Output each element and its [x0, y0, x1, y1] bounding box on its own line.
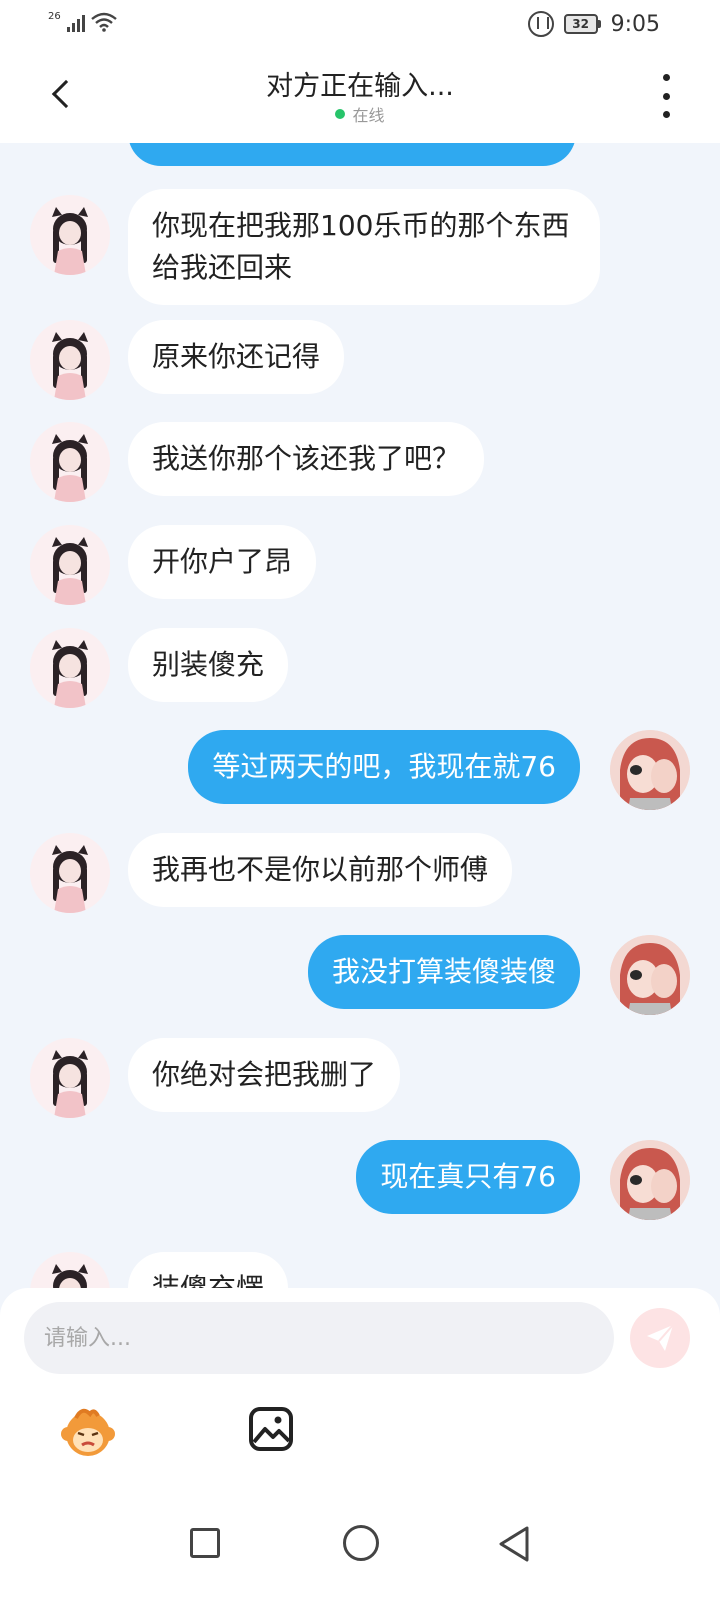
my-avatar[interactable]: [610, 1140, 690, 1220]
wifi-icon: [90, 12, 117, 32]
battery-icon: 32: [563, 14, 601, 34]
more-vertical-icon: [662, 74, 670, 81]
message-input[interactable]: [24, 1302, 614, 1374]
battery-level: 32: [563, 14, 598, 34]
composer-panel: [0, 1288, 720, 1600]
status-bar: 26 32 9:05: [0, 0, 720, 50]
contact-avatar[interactable]: [30, 422, 110, 502]
message-text: 你现在把我那100乐币的那个东西给我还回来: [152, 209, 570, 284]
contact-avatar[interactable]: [30, 833, 110, 913]
chat-title: 对方正在输入...: [266, 71, 454, 102]
message-text: 等过两天的吧，我现在就76: [212, 750, 556, 783]
message-bubble[interactable]: 我送你那个该还我了吧？: [128, 422, 485, 496]
signal-group: 26: [48, 11, 117, 32]
monkey-emoji-icon: [61, 1408, 115, 1456]
chat-screen: 你现在把我那100乐币的那个东西给我还回来 原来你还记得 我送你那个该还我了吧？: [0, 0, 720, 1600]
contact-avatar[interactable]: [30, 320, 110, 400]
message-bubble[interactable]: 你现在把我那100乐币的那个东西给我还回来: [128, 189, 600, 305]
message-bubble[interactable]: 你绝对会把我删了: [128, 1038, 401, 1112]
online-dot-icon: [335, 109, 346, 119]
nav-back-button[interactable]: [497, 1525, 531, 1563]
my-avatar[interactable]: [610, 730, 690, 810]
message-text: 你绝对会把我删了: [152, 1058, 377, 1091]
message-text: 开你户了昂: [152, 545, 293, 578]
message-text: 我再也不是你以前那个师傅: [152, 853, 489, 886]
message-text: 我没打算装傻装傻: [331, 955, 556, 988]
contact-avatar[interactable]: [30, 525, 110, 605]
contact-avatar[interactable]: [30, 1038, 110, 1118]
message-bubble[interactable]: 别装傻充: [128, 628, 289, 702]
app-header: 26 32 9:05 对方正在输入... 在线: [0, 0, 720, 143]
presence-label: 在线: [352, 106, 385, 125]
send-icon: [647, 1324, 674, 1351]
send-button[interactable]: [630, 1308, 690, 1368]
emoji-button[interactable]: [60, 1406, 116, 1460]
data-saver-icon: [527, 11, 554, 37]
clock: 9:05: [610, 11, 660, 37]
image-button[interactable]: [248, 1406, 294, 1452]
network-type: 26: [48, 11, 61, 22]
message-text: 我送你那个该还我了吧？: [152, 442, 461, 475]
contact-avatar[interactable]: [30, 628, 110, 708]
recent-apps-button[interactable]: [190, 1528, 220, 1558]
signal-icon: [66, 14, 85, 32]
message-bubble[interactable]: 我再也不是你以前那个师傅: [128, 833, 513, 907]
message-bubble[interactable]: 开你户了昂: [128, 525, 317, 599]
message-bubble[interactable]: 我没打算装傻装傻: [307, 935, 580, 1009]
chat-header: 对方正在输入... 在线: [0, 56, 720, 142]
system-nav-bar: [0, 1498, 720, 1598]
contact-avatar[interactable]: [30, 195, 110, 275]
more-options-button[interactable]: [656, 74, 676, 118]
status-right: 32 9:05: [527, 11, 660, 37]
image-icon: [249, 1407, 293, 1451]
presence-status: 在线: [0, 102, 720, 126]
message-text: 现在真只有76: [380, 1160, 556, 1193]
message-bubble[interactable]: 原来你还记得: [128, 320, 345, 394]
message-text: 别装傻充: [152, 648, 265, 681]
message-bubble[interactable]: 等过两天的吧，我现在就76: [188, 730, 580, 804]
home-button[interactable]: [343, 1525, 379, 1561]
message-bubble[interactable]: 现在真只有76: [356, 1140, 580, 1214]
message-text: 原来你还记得: [152, 340, 321, 373]
my-avatar[interactable]: [610, 935, 690, 1015]
